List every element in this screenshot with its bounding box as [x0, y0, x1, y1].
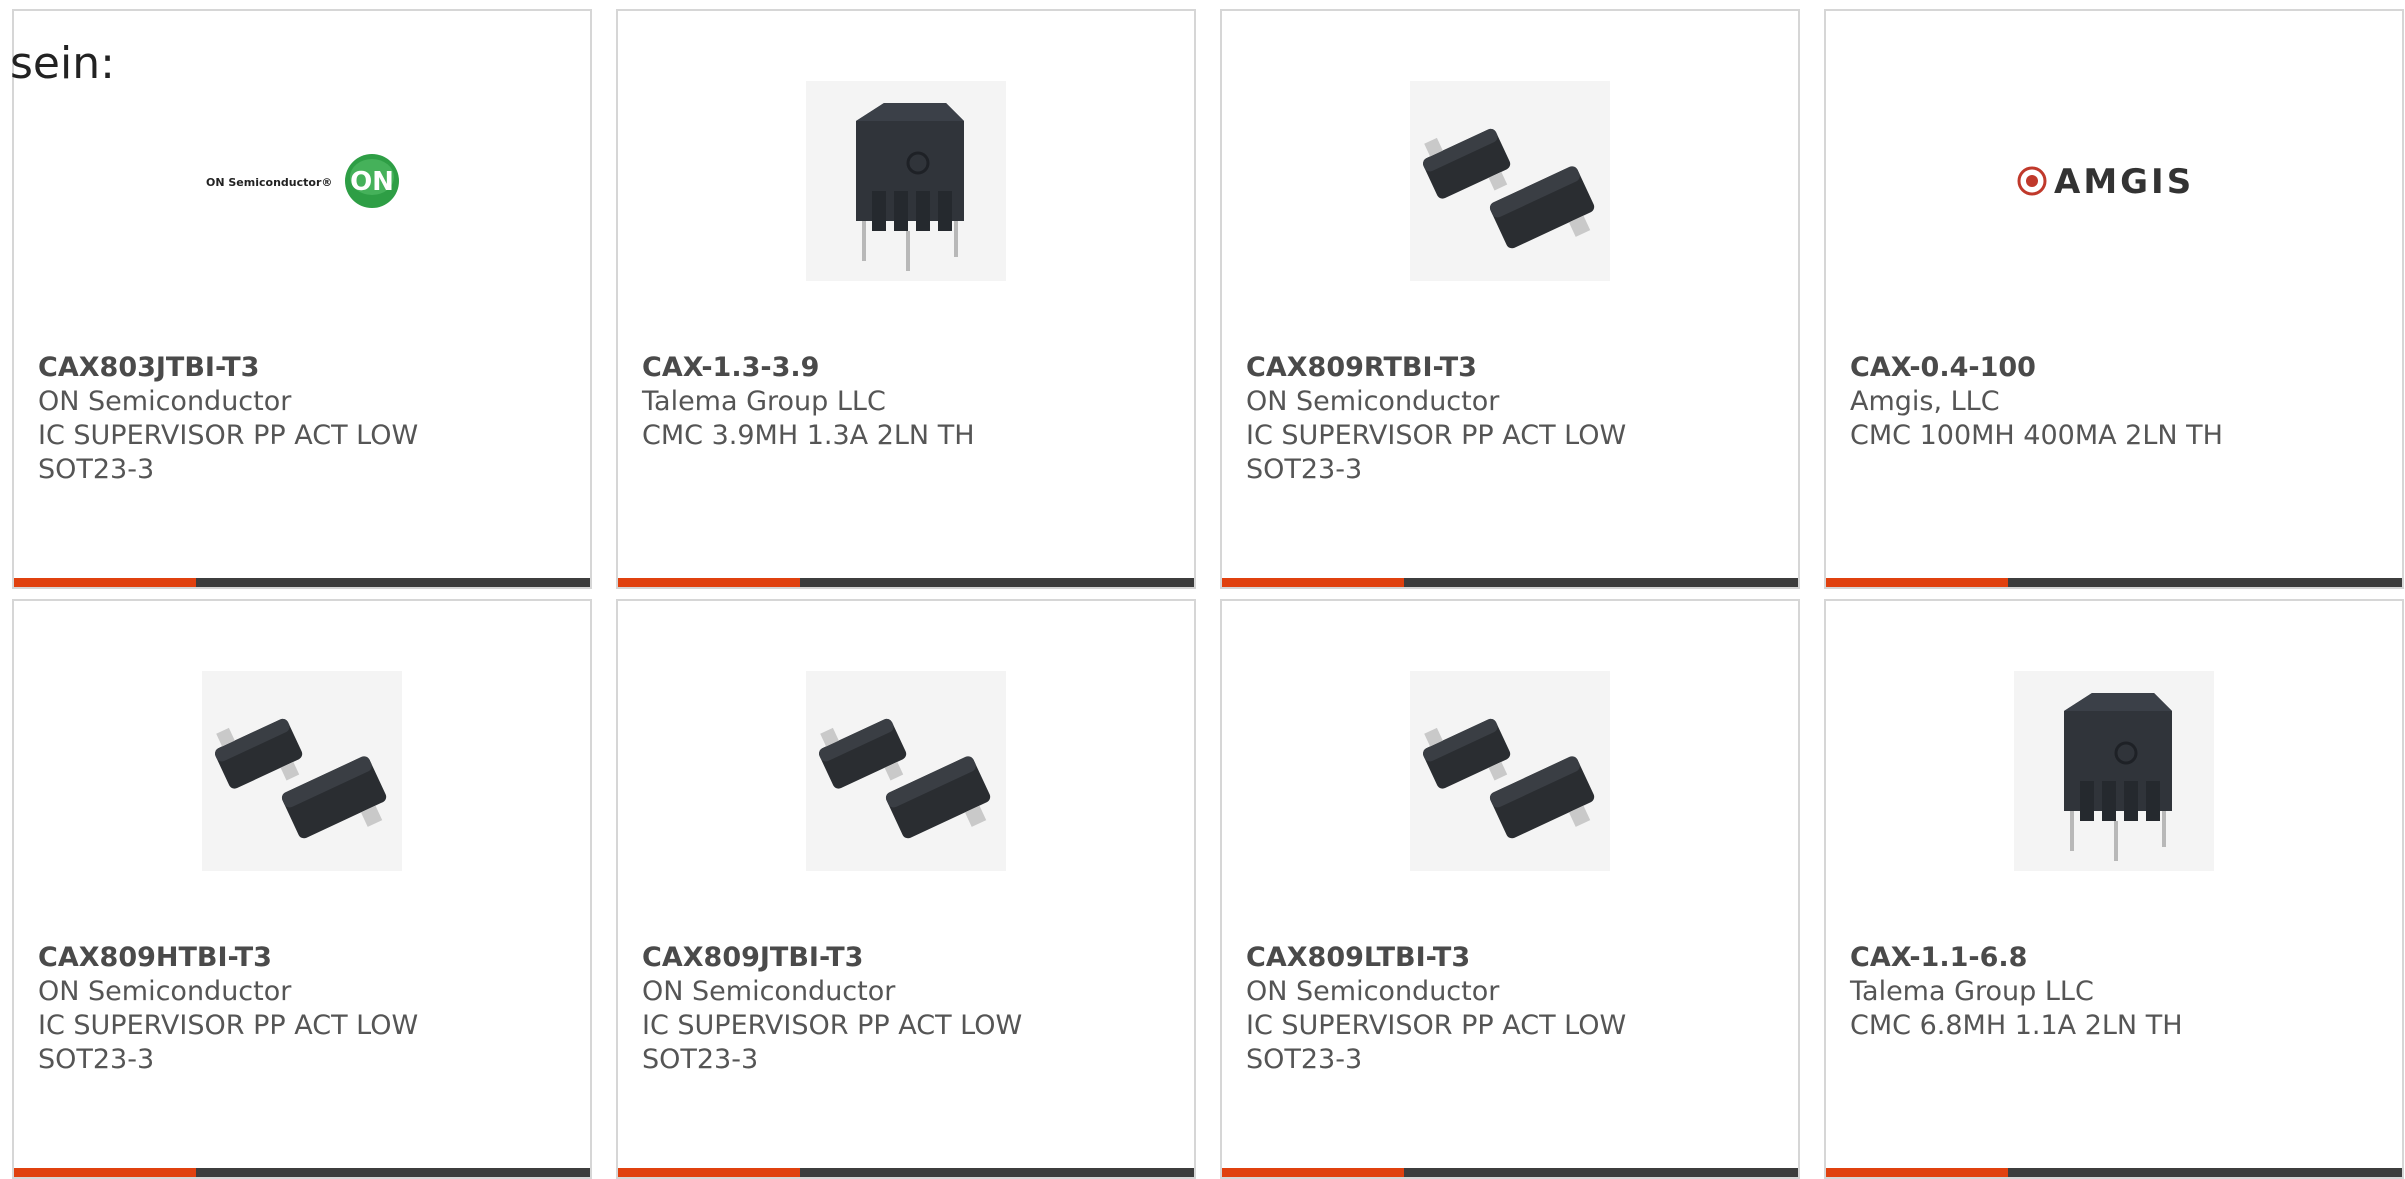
card-accent-bar	[1826, 578, 2402, 587]
part-number[interactable]: CAX803JTBI-T3	[38, 351, 574, 385]
card-accent-bar	[14, 578, 590, 587]
sot23-package-photo	[1410, 671, 1610, 871]
manufacturer-name: Talema Group LLC	[1850, 976, 2094, 1007]
product-description: IC SUPERVISOR PP ACT LOW	[38, 1010, 419, 1041]
product-card[interactable]: CAX809HTBI-T3 ON Semiconductor IC SUPERV…	[12, 599, 592, 1179]
product-description: IC SUPERVISOR PP ACT LOW	[38, 420, 419, 451]
product-info: CAX-1.3-3.9 Talema Group LLC CMC 3.9MH 1…	[642, 351, 1178, 453]
product-card[interactable]: CAX809LTBI-T3 ON Semiconductor IC SUPERV…	[1220, 599, 1800, 1179]
product-grid: ON Semiconductor® ON CAX803JTBI-T3 ON Se…	[12, 9, 2404, 1179]
card-accent-bar	[1826, 1168, 2402, 1177]
product-card[interactable]: CAX-1.1-6.8 Talema Group LLC CMC 6.8MH 1…	[1824, 599, 2404, 1179]
product-info: CAX-0.4-100 Amgis, LLC CMC 100MH 400MA 2…	[1850, 351, 2386, 453]
product-description: CMC 6.8MH 1.1A 2LN TH	[1850, 1010, 2183, 1041]
part-number[interactable]: CAX809JTBI-T3	[642, 941, 1178, 975]
manufacturer-name: Amgis, LLC	[1850, 386, 2000, 417]
product-info: CAX809LTBI-T3 ON Semiconductor IC SUPERV…	[1246, 941, 1782, 1077]
sot23-package-photo	[202, 671, 402, 871]
card-accent-bar	[1222, 578, 1798, 587]
on-semiconductor-logo: ON Semiconductor® ON	[202, 81, 402, 281]
product-card[interactable]: ON Semiconductor® ON CAX803JTBI-T3 ON Se…	[12, 9, 592, 589]
part-number[interactable]: CAX-0.4-100	[1850, 351, 2386, 385]
card-accent-bar	[1222, 1168, 1798, 1177]
part-number[interactable]: CAX-1.3-3.9	[642, 351, 1178, 385]
product-card[interactable]: CAX809JTBI-T3 ON Semiconductor IC SUPERV…	[616, 599, 1196, 1179]
product-package: SOT23-3	[1246, 1044, 1363, 1075]
manufacturer-name: ON Semiconductor	[642, 976, 896, 1007]
product-info: CAX803JTBI-T3 ON Semiconductor IC SUPERV…	[38, 351, 574, 487]
product-description: IC SUPERVISOR PP ACT LOW	[1246, 1010, 1627, 1041]
manufacturer-name: ON Semiconductor	[1246, 976, 1500, 1007]
manufacturer-name: ON Semiconductor	[38, 976, 292, 1007]
product-description: IC SUPERVISOR PP ACT LOW	[642, 1010, 1023, 1041]
product-description: CMC 100MH 400MA 2LN TH	[1850, 420, 2223, 451]
card-accent-bar	[618, 578, 1194, 587]
part-number[interactable]: CAX809HTBI-T3	[38, 941, 574, 975]
logo-wordmark: ON Semiconductor®	[206, 176, 332, 189]
product-description: IC SUPERVISOR PP ACT LOW	[1246, 420, 1627, 451]
product-info: CAX-1.1-6.8 Talema Group LLC CMC 6.8MH 1…	[1850, 941, 2386, 1043]
part-number[interactable]: CAX809LTBI-T3	[1246, 941, 1782, 975]
product-info: CAX809RTBI-T3 ON Semiconductor IC SUPERV…	[1246, 351, 1782, 487]
card-accent-bar	[618, 1168, 1194, 1177]
intro-text: sein:	[10, 38, 115, 89]
manufacturer-name: ON Semiconductor	[1246, 386, 1500, 417]
product-card[interactable]: AMGIS CAX-0.4-100 Amgis, LLC CMC 100MH 4…	[1824, 9, 2404, 589]
logo-wordmark: AMGIS	[2054, 162, 2194, 202]
product-info: CAX809JTBI-T3 ON Semiconductor IC SUPERV…	[642, 941, 1178, 1077]
product-package: SOT23-3	[642, 1044, 759, 1075]
product-info: CAX809HTBI-T3 ON Semiconductor IC SUPERV…	[38, 941, 574, 1077]
card-accent-bar	[14, 1168, 590, 1177]
part-number[interactable]: CAX809RTBI-T3	[1246, 351, 1782, 385]
product-description: CMC 3.9MH 1.3A 2LN TH	[642, 420, 975, 451]
product-card[interactable]: CAX809RTBI-T3 ON Semiconductor IC SUPERV…	[1220, 9, 1800, 589]
logo-badge: ON	[350, 167, 394, 197]
product-package: SOT23-3	[38, 1044, 155, 1075]
manufacturer-name: Talema Group LLC	[642, 386, 886, 417]
choke-component-photo	[2014, 671, 2214, 871]
part-number[interactable]: CAX-1.1-6.8	[1850, 941, 2386, 975]
choke-component-photo	[806, 81, 1006, 281]
product-package: SOT23-3	[1246, 454, 1363, 485]
sot23-package-photo	[1410, 81, 1610, 281]
manufacturer-name: ON Semiconductor	[38, 386, 292, 417]
sot23-package-photo	[806, 671, 1006, 871]
amgis-logo: AMGIS	[2014, 81, 2214, 281]
product-card[interactable]: CAX-1.3-3.9 Talema Group LLC CMC 3.9MH 1…	[616, 9, 1196, 589]
product-package: SOT23-3	[38, 454, 155, 485]
